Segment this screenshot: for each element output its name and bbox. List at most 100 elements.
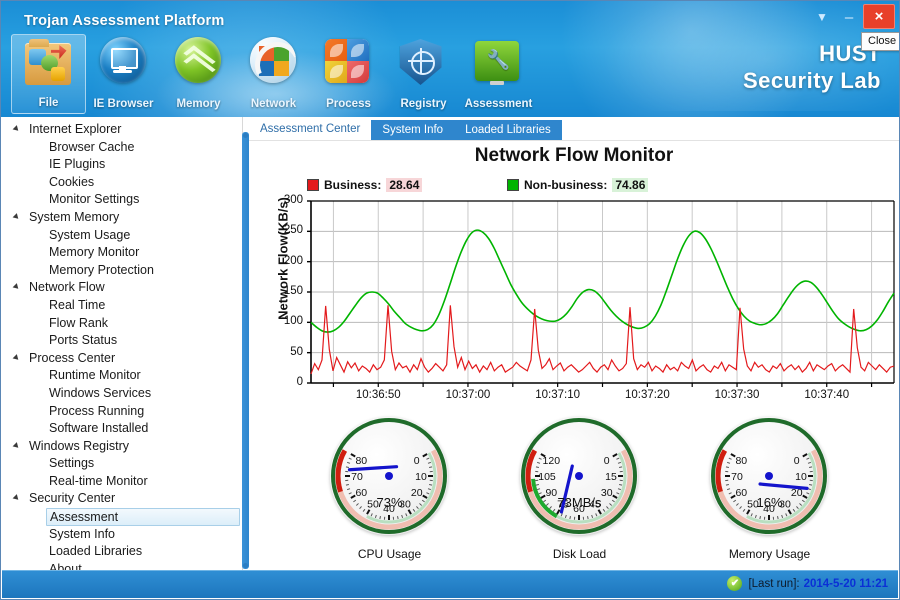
- svg-text:80: 80: [355, 455, 367, 467]
- sidebar-item-cookies[interactable]: Cookies: [2, 174, 242, 192]
- sidebar-item-system-usage[interactable]: System Usage: [2, 227, 242, 245]
- toolbar-item-assessment[interactable]: 🔧 Assessment: [461, 34, 536, 114]
- tree-group-network-flow[interactable]: Network Flow: [2, 279, 242, 297]
- tree-group-internet-explorer[interactable]: Internet Explorer: [2, 121, 242, 139]
- legend-value-nonbusiness: 74.86: [612, 178, 649, 192]
- legend-swatch-nonbusiness: [507, 179, 519, 191]
- svg-text:10: 10: [795, 471, 807, 483]
- gauge-dial: 0153045607590105120: [521, 418, 637, 534]
- tree-group-security-center[interactable]: Security Center: [2, 490, 242, 508]
- sidebar-item-flow-rank[interactable]: Flow Rank: [2, 315, 242, 333]
- toolbar-item-network[interactable]: Network: [236, 34, 311, 114]
- chevron-down-icon[interactable]: ▼: [809, 5, 835, 29]
- tab-bar: Assessment Center System Info Loaded Libra…: [249, 119, 562, 141]
- toolbar-label-registry: Registry: [400, 98, 447, 110]
- main-toolbar: File IE Browser Memory Network Process R…: [11, 34, 536, 114]
- chevron-up-icon: [174, 37, 223, 85]
- svg-text:120: 120: [543, 455, 561, 467]
- sidebar-splitter[interactable]: [242, 132, 249, 569]
- tab-bar-rule: [249, 140, 899, 141]
- wrench-monitor-icon: 🔧: [474, 37, 523, 85]
- legend-swatch-business: [307, 179, 319, 191]
- toolbar-item-ie-browser[interactable]: IE Browser: [86, 34, 161, 114]
- folder-icon: [24, 38, 73, 86]
- sidebar-item-process-running[interactable]: Process Running: [2, 403, 242, 421]
- tab-assessment-center[interactable]: Assessment Center: [249, 119, 372, 141]
- toolbar-label-network: Network: [250, 98, 297, 110]
- sidebar-item-ports-status[interactable]: Ports Status: [2, 332, 242, 350]
- legend-item-business: Business: 28.64: [307, 178, 423, 192]
- content-panel: Assessment Center System Info Loaded Libra…: [249, 117, 899, 572]
- close-button[interactable]: ×: [863, 4, 895, 29]
- sidebar-item-assessment[interactable]: Assessment: [46, 508, 240, 526]
- toolbar-label-ie-browser: IE Browser: [93, 98, 154, 110]
- svg-text:10: 10: [415, 471, 427, 483]
- title-banner: Trojan Assessment Platform HUST Security…: [1, 1, 899, 117]
- sidebar-item-software-installed[interactable]: Software Installed: [2, 420, 242, 438]
- toolbar-label-memory: Memory: [176, 98, 221, 110]
- gauge-disk-load: 015304560759010512073MB/sDisk Load: [507, 417, 652, 567]
- brand-line-2: Security Lab: [742, 68, 881, 93]
- sidebar-item-windows-services[interactable]: Windows Services: [2, 385, 242, 403]
- sidebar-item-settings[interactable]: Settings: [2, 455, 242, 473]
- tree-group-label: Windows Registry: [29, 438, 130, 453]
- tree-group-process-center[interactable]: Process Center: [2, 350, 242, 368]
- toolbar-label-assessment: Assessment: [464, 98, 533, 110]
- sidebar-item-real-time-monitor[interactable]: Real-time Monitor: [2, 473, 242, 491]
- tree-group-windows-registry[interactable]: Windows Registry: [2, 438, 242, 456]
- gauge-dial: 01020304050607080: [331, 418, 447, 534]
- expander-arrow-icon[interactable]: [12, 441, 21, 450]
- status-bar: ✔ [Last run]: 2014-5-20 11:21: [2, 570, 898, 598]
- application-window: Trojan Assessment Platform HUST Security…: [0, 0, 900, 600]
- svg-text:70: 70: [731, 471, 743, 483]
- legend-item-nonbusiness: Non-business: 74.86: [507, 178, 649, 192]
- gauge-caption: CPU Usage: [357, 547, 422, 561]
- gauge-memory-usage: 0 10 20 30 40 50 60 70 80 16% Memory Usage: [697, 417, 842, 567]
- toolbar-item-process[interactable]: Process: [311, 34, 386, 114]
- svg-text:0: 0: [604, 455, 610, 467]
- tree-group-label: Internet Explorer: [29, 122, 122, 136]
- tree-group-system-memory[interactable]: System Memory: [2, 209, 242, 227]
- toolbar-item-registry[interactable]: Registry: [386, 34, 461, 114]
- tree-group-label: Security Center: [29, 491, 116, 506]
- gauge-caption: Disk Load: [552, 547, 607, 561]
- expander-arrow-icon[interactable]: [12, 213, 21, 221]
- sidebar-item-browser-cache[interactable]: Browser Cache: [2, 139, 242, 157]
- check-icon: ✔: [727, 576, 743, 591]
- expander-arrow-icon[interactable]: [12, 125, 21, 133]
- svg-text:0: 0: [414, 455, 420, 467]
- tab-system-info[interactable]: System Info: [371, 120, 455, 141]
- gauge-caption: Memory Usage: [728, 547, 811, 561]
- shield-icon: [399, 37, 448, 85]
- expander-arrow-icon[interactable]: [12, 283, 21, 292]
- sidebar-item-memory-protection[interactable]: Memory Protection: [2, 262, 242, 280]
- toolbar-label-file: File: [38, 97, 59, 109]
- squares-icon: [324, 37, 373, 85]
- svg-text:15: 15: [605, 471, 617, 483]
- monitor-icon: [99, 37, 148, 85]
- sidebar-item-loaded-libraries[interactable]: Loaded Libraries: [2, 543, 242, 561]
- svg-text:105: 105: [538, 471, 556, 483]
- sidebar-item-runtime-monitor[interactable]: Runtime Monitor: [2, 367, 242, 385]
- page-title: Network Flow Monitor: [474, 145, 674, 166]
- toolbar-item-memory[interactable]: Memory: [161, 34, 236, 114]
- minimize-button[interactable]: –: [837, 5, 861, 29]
- chart-legend: Business: 28.64 Non-business: 74.86: [249, 178, 899, 194]
- sidebar-item-memory-monitor[interactable]: Memory Monitor: [2, 244, 242, 262]
- sidebar-item-ie-plugins[interactable]: IE Plugins: [2, 156, 242, 174]
- network-flow-chart: Network Flow(KB/s) 0 50 100 150 200 250 300 10…: [257, 194, 897, 417]
- tab-loaded-libraries[interactable]: Loaded Libraries: [454, 120, 562, 141]
- tree-group-label: Network Flow: [29, 280, 105, 295]
- tree-group-label: Process Center: [29, 350, 116, 365]
- sidebar-item-real-time[interactable]: Real Time: [2, 297, 242, 315]
- toolbar-item-file[interactable]: File: [11, 34, 86, 114]
- chart-plot-area: [307, 200, 895, 387]
- svg-text:0: 0: [794, 455, 800, 467]
- sidebar-item-system-info[interactable]: System Info: [2, 526, 242, 544]
- sidebar-item-monitor-settings[interactable]: Monitor Settings: [2, 191, 242, 209]
- toolbar-label-process: Process: [326, 98, 371, 110]
- status-last-run: ✔ [Last run]: 2014-5-20 11:21: [727, 576, 888, 591]
- expander-arrow-icon[interactable]: [12, 494, 21, 503]
- sidebar-tree: Internet Explorer Browser Cache IE Plugins…: [2, 117, 243, 572]
- expander-arrow-icon[interactable]: [12, 353, 21, 362]
